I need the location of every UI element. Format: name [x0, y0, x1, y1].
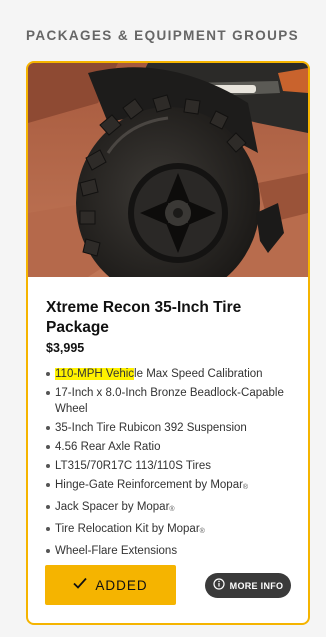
- feature-text: Hinge-Gate Reinforcement by Mopar: [55, 479, 243, 491]
- feature-text: 4.56 Rear Axle Ratio: [55, 441, 161, 453]
- feature-item: Tire Relocation Kit by Mopar®: [46, 521, 301, 540]
- feature-item: LT315/70R17C 113/110S Tires: [46, 458, 301, 474]
- feature-item: Hinge-Gate Reinforcement by Mopar®: [46, 477, 301, 496]
- feature-list: 110-MPH Vehicle Max Speed Calibration 17…: [46, 366, 301, 562]
- feature-item: 4.56 Rear Axle Ratio: [46, 439, 301, 455]
- package-image: [28, 63, 308, 277]
- feature-item: Jack Spacer by Mopar®: [46, 499, 301, 518]
- registered-mark: ®: [242, 484, 249, 491]
- feature-text: Tire Relocation Kit by Mopar: [55, 523, 200, 535]
- more-info-button-label: MORE INFO: [229, 580, 284, 591]
- feature-text: Wheel-Flare Extensions: [55, 545, 178, 557]
- feature-item: 110-MPH Vehicle Max Speed Calibration: [46, 366, 301, 382]
- section-heading: PACKAGES & EQUIPMENT GROUPS: [26, 28, 300, 43]
- feature-highlight: 110-MPH Vehic: [55, 368, 135, 380]
- feature-text: le Max Speed Calibration: [134, 368, 263, 380]
- registered-mark: ®: [199, 528, 205, 535]
- feature-item: 17-Inch x 8.0-Inch Bronze Beadlock-Capab…: [46, 385, 301, 417]
- info-circle-icon: [213, 577, 225, 595]
- feature-text: 35-Inch Tire Rubicon 392 Suspension: [55, 422, 247, 434]
- feature-text: Jack Spacer by Mopar: [55, 501, 170, 513]
- added-button[interactable]: ADDED: [45, 565, 176, 605]
- registered-mark: ®: [169, 506, 175, 513]
- feature-text: LT315/70R17C 113/110S Tires: [55, 460, 211, 472]
- added-button-label: ADDED: [95, 577, 148, 593]
- package-price: $3,995: [46, 341, 85, 355]
- checkmark-icon: [73, 576, 88, 594]
- feature-item: 35-Inch Tire Rubicon 392 Suspension: [46, 420, 301, 436]
- package-card: Xtreme Recon 35-Inch Tire Package $3,995…: [26, 61, 310, 625]
- feature-text: 17-Inch x 8.0-Inch Bronze Beadlock-Capab…: [55, 387, 284, 415]
- feature-item: Wheel-Flare Extensions: [46, 543, 301, 559]
- package-title: Xtreme Recon 35-Inch Tire Package: [46, 299, 242, 336]
- more-info-button[interactable]: MORE INFO: [205, 573, 291, 598]
